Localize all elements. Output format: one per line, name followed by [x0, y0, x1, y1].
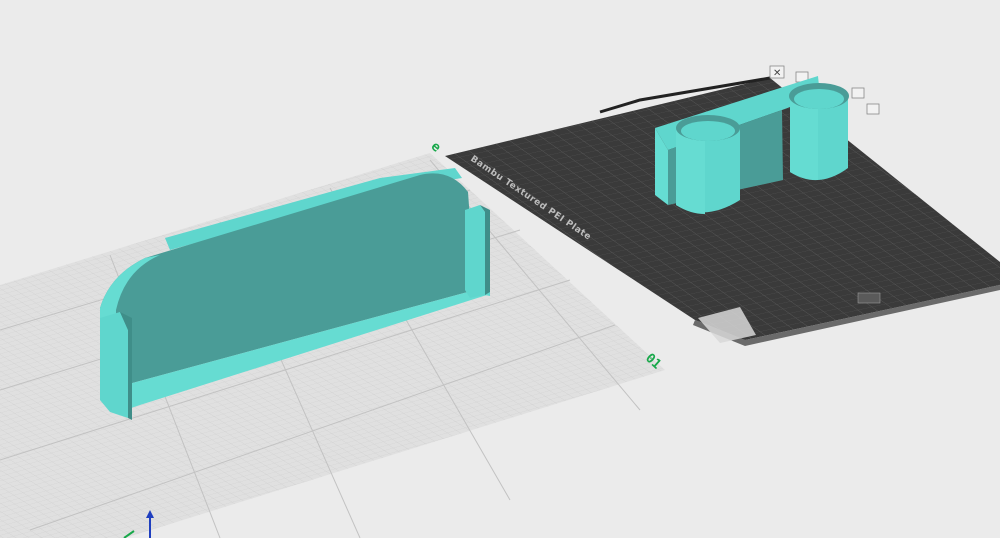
arrange-icon[interactable] [857, 292, 881, 304]
svg-text:✕: ✕ [773, 68, 781, 79]
settings-icon[interactable] [866, 103, 880, 115]
scene[interactable]: 01 e Bambu Textured PEI Plate ✕ [0, 0, 1000, 538]
auto-orient-icon[interactable] [851, 87, 865, 99]
3d-viewport[interactable]: 01 e Bambu Textured PEI Plate ✕ [0, 0, 1000, 538]
